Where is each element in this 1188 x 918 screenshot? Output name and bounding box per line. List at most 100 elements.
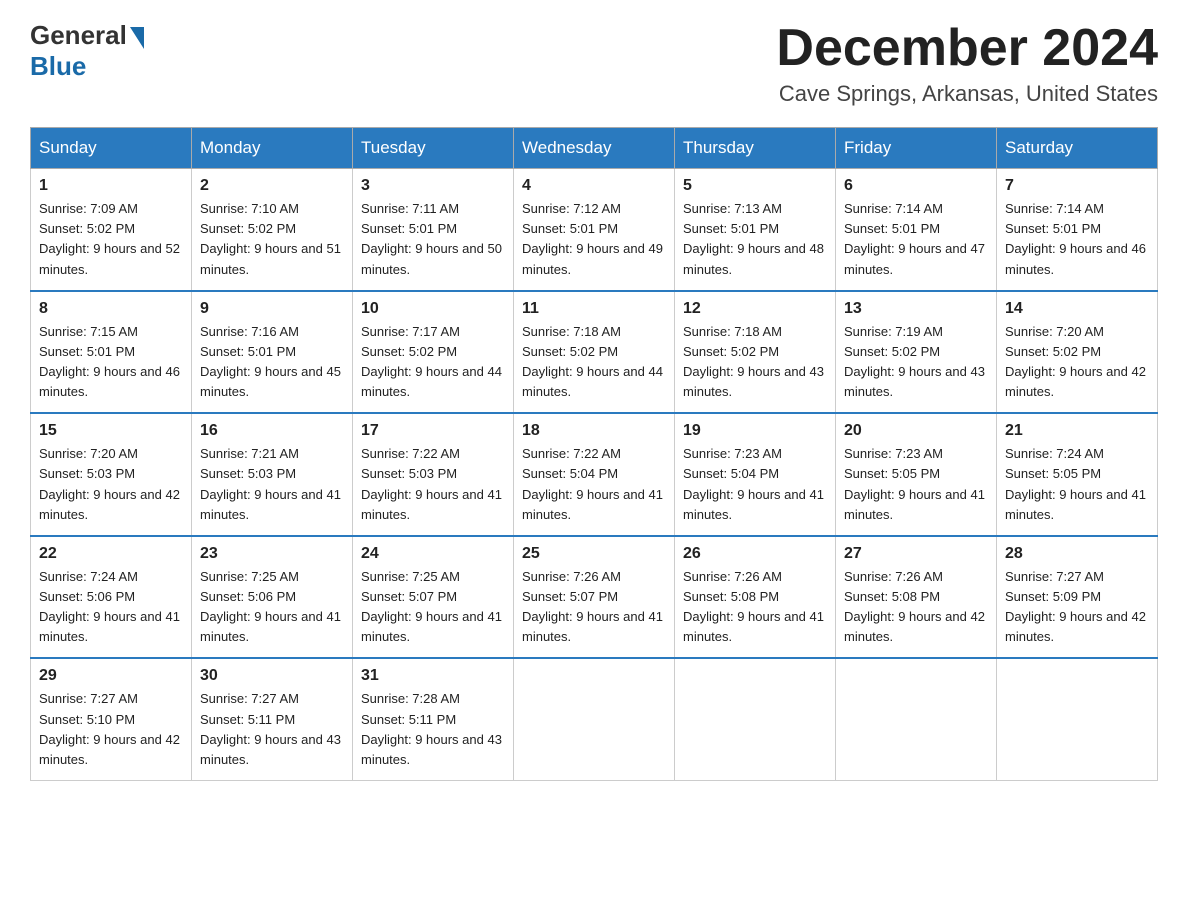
day-info: Sunrise: 7:10 AMSunset: 5:02 PMDaylight:… bbox=[200, 201, 341, 276]
logo-arrow-icon bbox=[130, 27, 144, 49]
calendar-day-cell: 19 Sunrise: 7:23 AMSunset: 5:04 PMDaylig… bbox=[675, 413, 836, 536]
day-info: Sunrise: 7:16 AMSunset: 5:01 PMDaylight:… bbox=[200, 324, 341, 399]
calendar-day-cell: 13 Sunrise: 7:19 AMSunset: 5:02 PMDaylig… bbox=[836, 291, 997, 414]
day-info: Sunrise: 7:25 AMSunset: 5:06 PMDaylight:… bbox=[200, 569, 341, 644]
day-info: Sunrise: 7:12 AMSunset: 5:01 PMDaylight:… bbox=[522, 201, 663, 276]
calendar-day-cell: 23 Sunrise: 7:25 AMSunset: 5:06 PMDaylig… bbox=[192, 536, 353, 659]
day-info: Sunrise: 7:18 AMSunset: 5:02 PMDaylight:… bbox=[522, 324, 663, 399]
day-info: Sunrise: 7:24 AMSunset: 5:06 PMDaylight:… bbox=[39, 569, 180, 644]
logo: General Blue bbox=[30, 20, 144, 82]
day-number: 11 bbox=[522, 300, 666, 318]
day-number: 18 bbox=[522, 422, 666, 440]
calendar-subtitle: Cave Springs, Arkansas, United States bbox=[776, 81, 1158, 107]
calendar-day-cell: 14 Sunrise: 7:20 AMSunset: 5:02 PMDaylig… bbox=[997, 291, 1158, 414]
col-thursday: Thursday bbox=[675, 128, 836, 169]
day-info: Sunrise: 7:20 AMSunset: 5:03 PMDaylight:… bbox=[39, 446, 180, 521]
calendar-day-cell: 22 Sunrise: 7:24 AMSunset: 5:06 PMDaylig… bbox=[31, 536, 192, 659]
calendar-day-cell: 20 Sunrise: 7:23 AMSunset: 5:05 PMDaylig… bbox=[836, 413, 997, 536]
day-number: 15 bbox=[39, 422, 183, 440]
calendar-day-cell: 17 Sunrise: 7:22 AMSunset: 5:03 PMDaylig… bbox=[353, 413, 514, 536]
day-number: 4 bbox=[522, 177, 666, 195]
calendar-day-cell bbox=[514, 658, 675, 780]
day-number: 6 bbox=[844, 177, 988, 195]
day-info: Sunrise: 7:28 AMSunset: 5:11 PMDaylight:… bbox=[361, 691, 502, 766]
day-number: 9 bbox=[200, 300, 344, 318]
calendar-day-cell: 5 Sunrise: 7:13 AMSunset: 5:01 PMDayligh… bbox=[675, 169, 836, 291]
day-number: 27 bbox=[844, 545, 988, 563]
calendar-day-cell: 11 Sunrise: 7:18 AMSunset: 5:02 PMDaylig… bbox=[514, 291, 675, 414]
day-info: Sunrise: 7:27 AMSunset: 5:09 PMDaylight:… bbox=[1005, 569, 1146, 644]
day-info: Sunrise: 7:14 AMSunset: 5:01 PMDaylight:… bbox=[1005, 201, 1146, 276]
calendar-day-cell: 28 Sunrise: 7:27 AMSunset: 5:09 PMDaylig… bbox=[997, 536, 1158, 659]
col-tuesday: Tuesday bbox=[353, 128, 514, 169]
col-saturday: Saturday bbox=[997, 128, 1158, 169]
calendar-day-cell bbox=[997, 658, 1158, 780]
day-info: Sunrise: 7:26 AMSunset: 5:07 PMDaylight:… bbox=[522, 569, 663, 644]
day-number: 26 bbox=[683, 545, 827, 563]
day-number: 31 bbox=[361, 667, 505, 685]
day-info: Sunrise: 7:26 AMSunset: 5:08 PMDaylight:… bbox=[683, 569, 824, 644]
day-info: Sunrise: 7:23 AMSunset: 5:04 PMDaylight:… bbox=[683, 446, 824, 521]
calendar-day-cell: 25 Sunrise: 7:26 AMSunset: 5:07 PMDaylig… bbox=[514, 536, 675, 659]
day-number: 7 bbox=[1005, 177, 1149, 195]
calendar-day-cell: 29 Sunrise: 7:27 AMSunset: 5:10 PMDaylig… bbox=[31, 658, 192, 780]
calendar-week-row: 29 Sunrise: 7:27 AMSunset: 5:10 PMDaylig… bbox=[31, 658, 1158, 780]
day-info: Sunrise: 7:26 AMSunset: 5:08 PMDaylight:… bbox=[844, 569, 985, 644]
day-info: Sunrise: 7:20 AMSunset: 5:02 PMDaylight:… bbox=[1005, 324, 1146, 399]
day-info: Sunrise: 7:09 AMSunset: 5:02 PMDaylight:… bbox=[39, 201, 180, 276]
calendar-day-cell: 10 Sunrise: 7:17 AMSunset: 5:02 PMDaylig… bbox=[353, 291, 514, 414]
day-info: Sunrise: 7:15 AMSunset: 5:01 PMDaylight:… bbox=[39, 324, 180, 399]
day-info: Sunrise: 7:22 AMSunset: 5:04 PMDaylight:… bbox=[522, 446, 663, 521]
calendar-day-cell: 24 Sunrise: 7:25 AMSunset: 5:07 PMDaylig… bbox=[353, 536, 514, 659]
calendar-day-cell: 16 Sunrise: 7:21 AMSunset: 5:03 PMDaylig… bbox=[192, 413, 353, 536]
calendar-day-cell: 8 Sunrise: 7:15 AMSunset: 5:01 PMDayligh… bbox=[31, 291, 192, 414]
calendar-week-row: 22 Sunrise: 7:24 AMSunset: 5:06 PMDaylig… bbox=[31, 536, 1158, 659]
calendar-day-cell bbox=[836, 658, 997, 780]
day-number: 13 bbox=[844, 300, 988, 318]
day-number: 29 bbox=[39, 667, 183, 685]
day-info: Sunrise: 7:11 AMSunset: 5:01 PMDaylight:… bbox=[361, 201, 502, 276]
day-number: 28 bbox=[1005, 545, 1149, 563]
day-number: 21 bbox=[1005, 422, 1149, 440]
day-number: 16 bbox=[200, 422, 344, 440]
calendar-day-cell: 18 Sunrise: 7:22 AMSunset: 5:04 PMDaylig… bbox=[514, 413, 675, 536]
col-friday: Friday bbox=[836, 128, 997, 169]
day-number: 19 bbox=[683, 422, 827, 440]
calendar-day-cell bbox=[675, 658, 836, 780]
title-area: December 2024 Cave Springs, Arkansas, Un… bbox=[776, 20, 1158, 107]
day-info: Sunrise: 7:19 AMSunset: 5:02 PMDaylight:… bbox=[844, 324, 985, 399]
col-wednesday: Wednesday bbox=[514, 128, 675, 169]
day-number: 12 bbox=[683, 300, 827, 318]
day-number: 8 bbox=[39, 300, 183, 318]
day-info: Sunrise: 7:24 AMSunset: 5:05 PMDaylight:… bbox=[1005, 446, 1146, 521]
day-number: 25 bbox=[522, 545, 666, 563]
day-number: 24 bbox=[361, 545, 505, 563]
col-monday: Monday bbox=[192, 128, 353, 169]
day-number: 22 bbox=[39, 545, 183, 563]
calendar-day-cell: 15 Sunrise: 7:20 AMSunset: 5:03 PMDaylig… bbox=[31, 413, 192, 536]
day-number: 1 bbox=[39, 177, 183, 195]
calendar-day-cell: 1 Sunrise: 7:09 AMSunset: 5:02 PMDayligh… bbox=[31, 169, 192, 291]
day-info: Sunrise: 7:27 AMSunset: 5:10 PMDaylight:… bbox=[39, 691, 180, 766]
day-info: Sunrise: 7:23 AMSunset: 5:05 PMDaylight:… bbox=[844, 446, 985, 521]
day-info: Sunrise: 7:17 AMSunset: 5:02 PMDaylight:… bbox=[361, 324, 502, 399]
day-info: Sunrise: 7:27 AMSunset: 5:11 PMDaylight:… bbox=[200, 691, 341, 766]
calendar-day-cell: 26 Sunrise: 7:26 AMSunset: 5:08 PMDaylig… bbox=[675, 536, 836, 659]
calendar-header-row: Sunday Monday Tuesday Wednesday Thursday… bbox=[31, 128, 1158, 169]
calendar-day-cell: 12 Sunrise: 7:18 AMSunset: 5:02 PMDaylig… bbox=[675, 291, 836, 414]
calendar-week-row: 8 Sunrise: 7:15 AMSunset: 5:01 PMDayligh… bbox=[31, 291, 1158, 414]
calendar-week-row: 1 Sunrise: 7:09 AMSunset: 5:02 PMDayligh… bbox=[31, 169, 1158, 291]
calendar-table: Sunday Monday Tuesday Wednesday Thursday… bbox=[30, 127, 1158, 781]
day-number: 2 bbox=[200, 177, 344, 195]
calendar-day-cell: 21 Sunrise: 7:24 AMSunset: 5:05 PMDaylig… bbox=[997, 413, 1158, 536]
calendar-day-cell: 7 Sunrise: 7:14 AMSunset: 5:01 PMDayligh… bbox=[997, 169, 1158, 291]
calendar-week-row: 15 Sunrise: 7:20 AMSunset: 5:03 PMDaylig… bbox=[31, 413, 1158, 536]
day-info: Sunrise: 7:18 AMSunset: 5:02 PMDaylight:… bbox=[683, 324, 824, 399]
day-info: Sunrise: 7:14 AMSunset: 5:01 PMDaylight:… bbox=[844, 201, 985, 276]
day-number: 10 bbox=[361, 300, 505, 318]
day-info: Sunrise: 7:25 AMSunset: 5:07 PMDaylight:… bbox=[361, 569, 502, 644]
calendar-day-cell: 31 Sunrise: 7:28 AMSunset: 5:11 PMDaylig… bbox=[353, 658, 514, 780]
day-number: 3 bbox=[361, 177, 505, 195]
day-info: Sunrise: 7:21 AMSunset: 5:03 PMDaylight:… bbox=[200, 446, 341, 521]
calendar-day-cell: 9 Sunrise: 7:16 AMSunset: 5:01 PMDayligh… bbox=[192, 291, 353, 414]
